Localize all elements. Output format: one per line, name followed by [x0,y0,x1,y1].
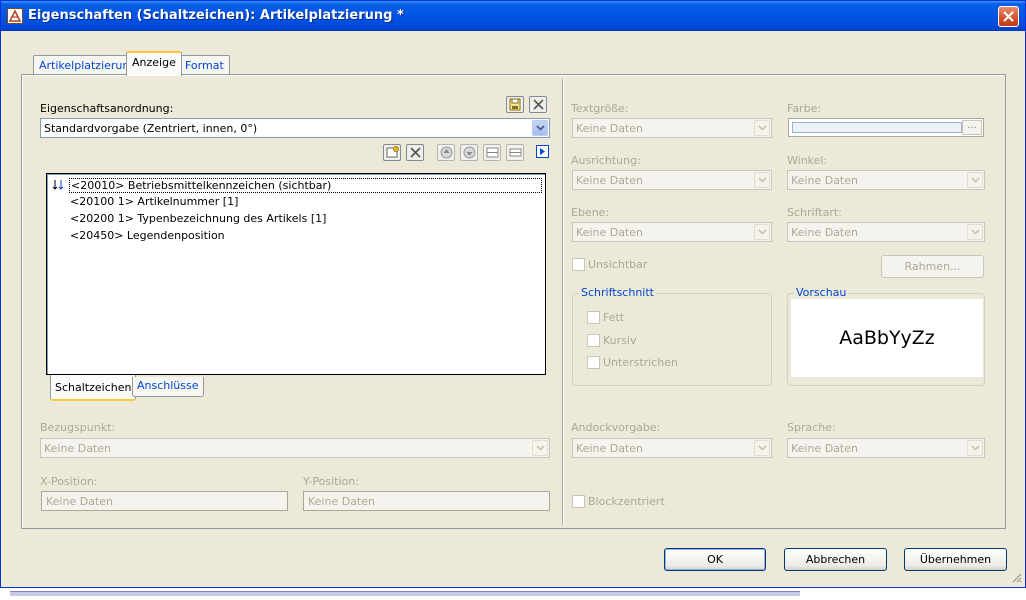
language-label: Sprache: [787,421,836,434]
collapse-icon[interactable] [506,144,524,161]
align-label: Ausrichtung: [571,154,641,167]
invisible-label: Unsichtbar [588,258,648,271]
color-browse-button[interactable]: ... [962,120,982,135]
underline-label: Unterstrichen [603,356,679,369]
close-icon[interactable] [998,6,1019,27]
font-value: Keine Daten [791,226,858,239]
chevron-down-icon[interactable] [967,440,983,456]
list-item[interactable]: <20010> Betriebsmittelkennzeichen (sicht… [69,178,542,193]
fontstyle-group-label: Schriftschnitt [579,286,656,299]
ypos-value: Keine Daten [308,495,375,508]
ok-button[interactable]: OK [664,548,766,571]
xpos-value: Keine Daten [46,495,113,508]
list-item[interactable]: <20450> Legendenposition [70,229,225,242]
dock-value: Keine Daten [576,442,643,455]
play-icon[interactable] [536,145,549,158]
reference-select[interactable]: Keine Daten [40,438,550,458]
reference-value: Keine Daten [44,442,111,455]
window-title: Eigenschaften (Schaltzeichen): Artikelpl… [28,8,404,23]
dock-label: Andockvorgabe: [571,421,661,434]
ypos-field[interactable]: Keine Daten [303,491,550,511]
reference-label: Bezugspunkt: [40,421,116,434]
layer-select[interactable]: Keine Daten [572,222,772,242]
tab-format[interactable]: Format [179,55,230,75]
chevron-down-icon[interactable] [754,172,770,188]
save-icon[interactable] [506,96,524,113]
align-value: Keine Daten [576,174,643,187]
checkbox-box[interactable] [572,258,585,271]
angle-label: Winkel: [787,154,828,167]
list-item[interactable]: <20100 1> Artikelnummer [1] [70,195,238,208]
chevron-down-icon[interactable] [754,440,770,456]
ypos-label: Y-Position: [303,475,359,488]
preview-group-label: Vorschau [794,286,849,299]
color-picker[interactable]: ... [788,118,984,137]
checkbox-box[interactable] [572,495,585,508]
textsize-select[interactable]: Keine Daten [572,118,772,138]
tab-anschluesse[interactable]: Anschlüsse [132,377,204,397]
arrangement-value: Standardvorgabe (Zentriert, innen, 0°) [44,122,258,135]
layer-value: Keine Daten [576,226,643,239]
delete-item-icon[interactable] [406,144,424,161]
italic-label: Kursiv [603,334,637,347]
preview-text: AaBbYyZz [839,327,935,349]
arrangement-select[interactable]: Standardvorgabe (Zentriert, innen, 0°) [40,118,550,138]
xpos-label: X-Position: [40,475,98,488]
window-shadow [10,591,800,596]
property-list[interactable]: <20010> Betriebsmittelkennzeichen (sicht… [46,173,546,375]
language-select[interactable]: Keine Daten [787,438,985,458]
chevron-down-icon[interactable] [754,120,770,136]
angle-value: Keine Daten [791,174,858,187]
chevron-down-icon[interactable] [532,440,548,456]
resize-grip-icon[interactable] [1010,571,1022,583]
checkbox-box[interactable] [587,311,600,324]
panel-divider [562,79,564,525]
tab-schaltzeichen[interactable]: Schaltzeichen [50,375,137,401]
preview-box: AaBbYyZz [791,299,983,377]
apply-button[interactable]: Übernehmen [904,548,1007,571]
layer-label: Ebene: [571,206,610,219]
chevron-down-icon[interactable] [754,224,770,240]
move-up-icon[interactable] [437,144,455,161]
expand-icon[interactable] [483,144,501,161]
chevron-down-icon[interactable] [532,120,548,136]
tab-anzeige[interactable]: Anzeige [126,51,182,76]
frame-button[interactable]: Rahmen... [881,255,984,278]
arrangement-label: Eigenschaftsanordnung: [40,102,174,115]
align-select[interactable]: Keine Daten [572,170,772,190]
font-select[interactable]: Keine Daten [787,222,985,242]
title-bar[interactable]: Eigenschaften (Schaltzeichen): Artikelpl… [1,1,1025,31]
cancel-button[interactable]: Abbrechen [784,548,887,571]
color-swatch [792,122,962,133]
checkbox-box[interactable] [587,356,600,369]
color-label: Farbe: [787,102,822,115]
textsize-label: Textgröße: [571,102,629,115]
move-down-icon[interactable] [460,144,478,161]
textsize-value: Keine Daten [576,122,643,135]
font-label: Schriftart: [787,206,842,219]
new-item-icon[interactable] [383,144,401,161]
dock-select[interactable]: Keine Daten [572,438,772,458]
delete-arrangement-icon[interactable] [529,96,547,113]
checkbox-box[interactable] [587,334,600,347]
blockcentered-label: Blockzentriert [588,495,665,508]
chevron-down-icon[interactable] [967,172,983,188]
xpos-field[interactable]: Keine Daten [41,491,288,511]
properties-dialog: Eigenschaften (Schaltzeichen): Artikelpl… [0,0,1026,588]
list-item[interactable]: <20200 1> Typenbezeichnung des Artikels … [70,212,326,225]
fontstyle-group: Schriftschnitt [572,286,772,386]
angle-select[interactable]: Keine Daten [787,170,985,190]
language-value: Keine Daten [791,442,858,455]
bold-label: Fett [603,311,625,324]
chevron-down-icon[interactable] [967,224,983,240]
sort-icon [52,180,64,190]
app-icon [7,8,23,24]
